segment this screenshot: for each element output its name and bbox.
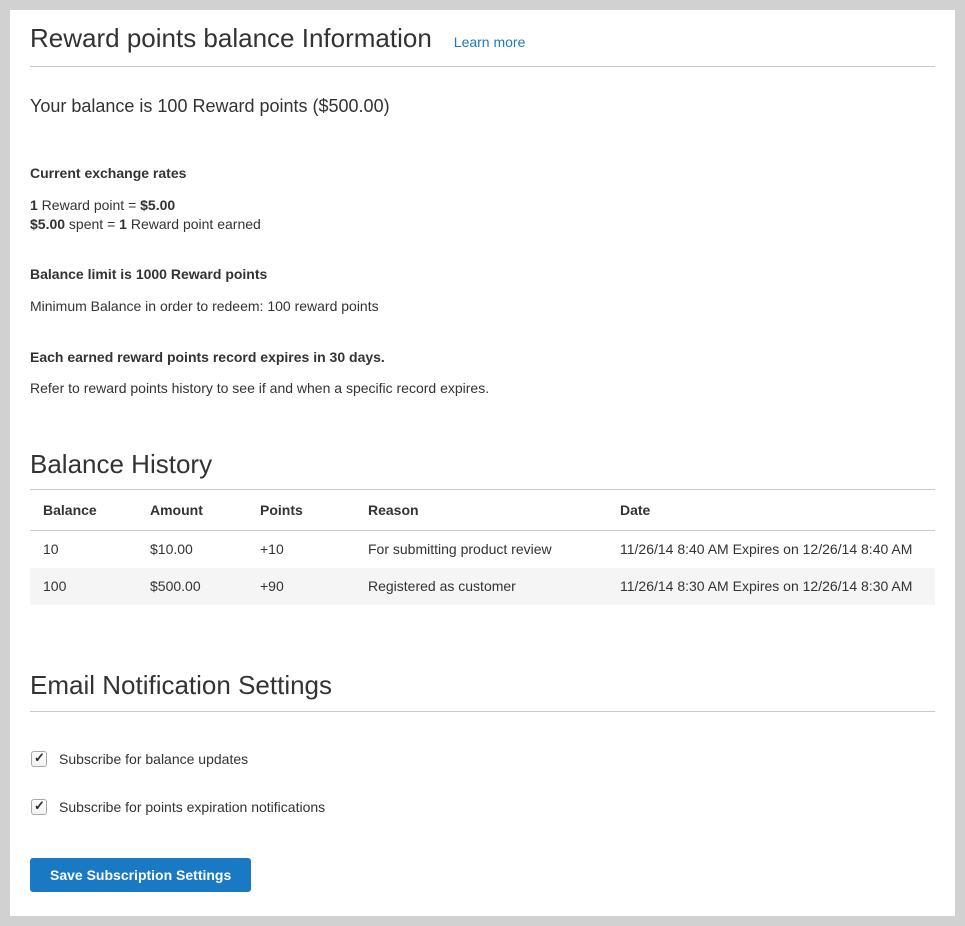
cell-balance: 100 <box>30 568 137 605</box>
column-header-date: Date <box>607 490 935 531</box>
subscribe-expiration-notifications-checkbox[interactable] <box>31 799 47 815</box>
balance-history-table: Balance Amount Points Reason Date 10 $10… <box>30 490 935 605</box>
cell-amount: $500.00 <box>137 568 247 605</box>
cell-points: +90 <box>247 568 355 605</box>
balance-summary: Your balance is 100 Reward points ($500.… <box>30 94 935 118</box>
cell-date: 11/26/14 8:40 AM Expires on 12/26/14 8:4… <box>607 531 935 569</box>
cell-reason: For submitting product review <box>355 531 607 569</box>
table-header-row: Balance Amount Points Reason Date <box>30 490 935 531</box>
page-header: Reward points balance Information Learn … <box>30 24 935 67</box>
column-header-points: Points <box>247 490 355 531</box>
cell-balance: 10 <box>30 531 137 569</box>
expiration-note: Refer to reward points history to see if… <box>30 379 935 398</box>
expiration-rule: Each earned reward points record expires… <box>30 348 935 366</box>
exchange-rates-lines: 1 Reward point = $5.00 $5.00 spent = 1 R… <box>30 196 935 234</box>
save-subscription-settings-button[interactable]: Save Subscription Settings <box>30 858 251 892</box>
email-settings-title: Email Notification Settings <box>30 671 935 712</box>
page-title: Reward points balance Information <box>30 24 432 53</box>
table-row: 10 $10.00 +10 For submitting product rev… <box>30 531 935 569</box>
subscribe-balance-updates-option[interactable]: Subscribe for balance updates <box>30 749 248 769</box>
column-header-reason: Reason <box>355 490 607 531</box>
reward-points-card: Reward points balance Information Learn … <box>10 10 955 916</box>
subscribe-expiration-notifications-option[interactable]: Subscribe for points expiration notifica… <box>30 797 325 817</box>
cell-reason: Registered as customer <box>355 568 607 605</box>
table-row: 100 $500.00 +90 Registered as customer 1… <box>30 568 935 605</box>
exchange-rates-heading: Current exchange rates <box>30 164 935 182</box>
column-header-balance: Balance <box>30 490 137 531</box>
minimum-redeem: Minimum Balance in order to redeem: 100 … <box>30 297 935 316</box>
option-label: Subscribe for points expiration notifica… <box>59 797 325 817</box>
option-label: Subscribe for balance updates <box>59 749 248 769</box>
balance-limit: Balance limit is 1000 Reward points <box>30 265 935 283</box>
learn-more-link[interactable]: Learn more <box>454 34 526 50</box>
column-header-amount: Amount <box>137 490 247 531</box>
exchange-rate-line-1: 1 Reward point = $5.00 <box>30 196 935 215</box>
exchange-rate-line-2: $5.00 spent = 1 Reward point earned <box>30 215 935 234</box>
balance-history-title: Balance History <box>30 450 935 491</box>
cell-points: +10 <box>247 531 355 569</box>
cell-date: 11/26/14 8:30 AM Expires on 12/26/14 8:3… <box>607 568 935 605</box>
cell-amount: $10.00 <box>137 531 247 569</box>
subscribe-balance-updates-checkbox[interactable] <box>31 751 47 767</box>
